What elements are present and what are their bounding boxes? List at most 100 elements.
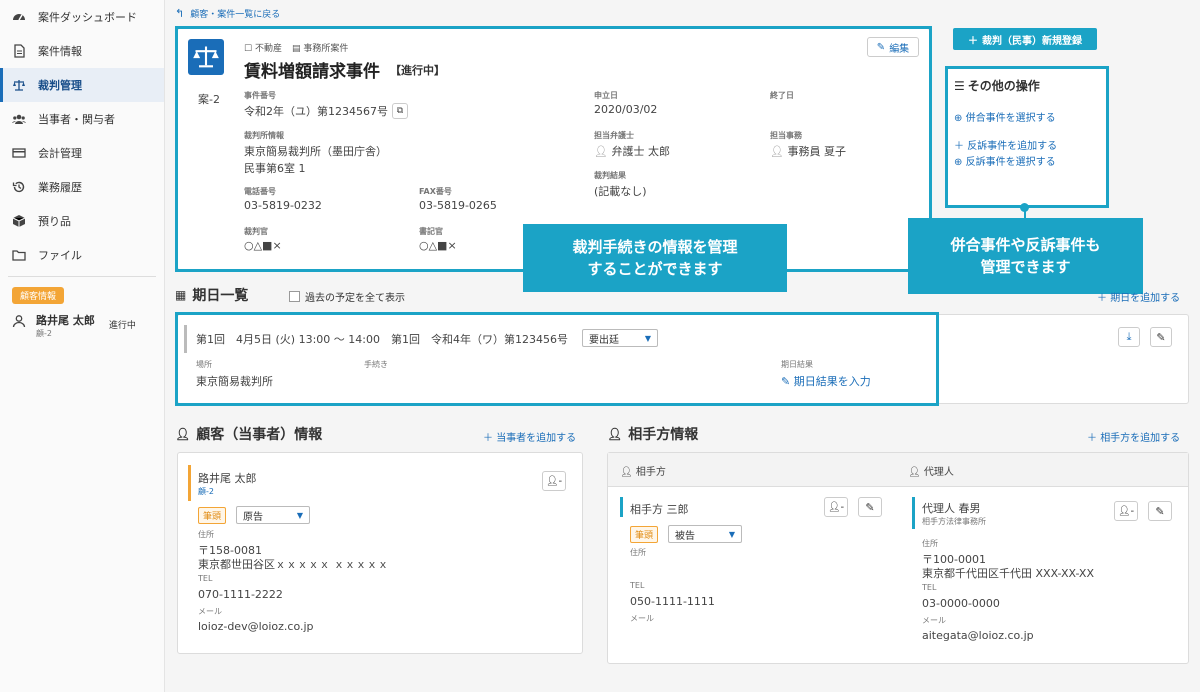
add-party-link[interactable]: ＋ 当事者を追加する — [483, 429, 576, 444]
sidebar-item-case-info[interactable]: 案件情報 — [0, 34, 164, 68]
opponent-lead-tag: 筆頭 — [630, 526, 659, 543]
result-label: 裁判結果 — [594, 171, 626, 180]
counter-case-add-link[interactable]: ＋ 反訴事件を追加する — [954, 137, 1057, 152]
plus-icon: ＋ — [968, 35, 978, 47]
merge-case-select-link[interactable]: ⊕ 併合事件を選択する — [954, 109, 1056, 124]
client-card: 路井尾 太郎 顧-2 👤︎- 筆頭 原告 ▼ 住所 〒158-0081 東京都世田… — [177, 452, 583, 654]
sidebar: 案件ダッシュボード 案件情報 裁判管理 当事者・関与者 会計管理 業務履歴 預り… — [0, 0, 165, 692]
sidebar-item-trial[interactable]: 裁判管理 — [0, 68, 164, 102]
agent-address-label: 住所 — [922, 539, 938, 548]
back-link[interactable]: ↰ 顧客・案件一覧に戻る — [175, 7, 280, 20]
sidebar-item-accounting[interactable]: 会計管理 — [0, 136, 164, 170]
agent-col-header: 👤︎ 代理人 — [908, 467, 954, 478]
sidebar-item-label: 案件情報 — [38, 45, 82, 58]
callout-trial-info-line1: 裁判手続きの情報を管理 — [572, 238, 738, 256]
copy-icon[interactable]: ⧉ — [392, 103, 408, 119]
checkbox-box — [289, 291, 300, 302]
download-icon: ⤓ — [1126, 330, 1132, 343]
remove-opponent-button[interactable]: 👤︎- — [824, 497, 848, 517]
sidebar-item-files[interactable]: ファイル — [0, 238, 164, 272]
add-schedule-link[interactable]: ＋ 期日を追加する — [1097, 289, 1180, 304]
history-icon — [12, 180, 26, 194]
counter-case-select-link[interactable]: ⊕ 反訴事件を選択する — [954, 153, 1056, 168]
remove-party-button[interactable]: 👤︎- — [542, 471, 566, 491]
user-minus-icon: 👤︎- — [1117, 505, 1135, 517]
agent-address: 東京都千代田区千代田 XXX-XX-XX — [922, 567, 1094, 580]
schedule-title: ▦ 期日一覧 — [175, 288, 249, 304]
add-opponent-link[interactable]: ＋ 相手方を追加する — [1087, 429, 1180, 444]
back-arrow-icon: ↰ — [175, 7, 185, 20]
client-name: 路井尾 太郎 — [198, 472, 257, 485]
start-date-label: 申立日 — [594, 91, 618, 100]
judge: ○△■× — [244, 239, 282, 252]
fax: 03-5819-0265 — [419, 199, 497, 212]
opponent-section-title: 👤︎ 相手方情報 — [607, 427, 699, 443]
attendance-select[interactable]: 要出廷 ▼ — [582, 329, 658, 347]
client-accent — [188, 465, 191, 501]
sidebar-item-label: 裁判管理 — [38, 79, 82, 92]
zoom-icon: ⊕ — [954, 157, 963, 168]
client-mail-label: メール — [198, 607, 222, 616]
sidebar-item-dashboard[interactable]: 案件ダッシュボード — [0, 0, 164, 34]
callout-merge-info-line2: 管理できます — [980, 258, 1071, 276]
sidebar-divider — [8, 276, 156, 277]
user-icon: 👤︎ — [607, 427, 623, 441]
schedule-row-text: 第1回 4月5日 (火) 13:00 ～ 14:00 第1回 令和4年（ワ）第1… — [196, 333, 568, 346]
edit-case-button[interactable]: ✎ 編集 — [867, 37, 919, 57]
plus-icon: ＋ — [954, 141, 964, 152]
agent-mail-label: メール — [922, 616, 946, 625]
chevron-down-icon: ▼ — [728, 529, 735, 539]
zoom-icon: ⊕ — [954, 113, 963, 124]
menu-icon: ☰ — [954, 78, 965, 93]
remove-agent-button[interactable]: 👤︎- — [1114, 501, 1138, 521]
edit-schedule-button[interactable]: ✎ — [1150, 327, 1172, 347]
result: (記載なし) — [594, 185, 647, 198]
callout-trial-info: 裁判手続きの情報を管理 することができます — [523, 224, 787, 292]
case-tag-realestate: ☐ 不動産 — [244, 44, 282, 54]
opponent-name: 相手方 三郎 — [630, 503, 689, 516]
chevron-down-icon: ▼ — [296, 510, 303, 520]
back-link-label: 顧客・案件一覧に戻る — [190, 10, 281, 20]
new-trial-button[interactable]: ＋裁判（民事）新規登録 — [953, 28, 1097, 50]
sidebar-item-label: 預り品 — [38, 215, 71, 228]
agent-firm: 相手方法律事務所 — [922, 517, 986, 526]
sidebar-item-parties[interactable]: 当事者・関与者 — [0, 102, 164, 136]
case-title: 賃料増額請求事件 — [244, 62, 380, 82]
court-room: 民事第6室 1 — [244, 162, 306, 175]
sidebar-item-deposits[interactable]: 預り品 — [0, 204, 164, 238]
role-select[interactable]: 原告 ▼ — [236, 506, 310, 524]
case-number: 令和2年（ユ）第1234567号 ⧉ — [244, 103, 408, 119]
sidebar-client[interactable]: 路井尾 太郎 顧-2 進行中 — [0, 304, 164, 339]
place-label: 場所 — [196, 360, 212, 369]
user-icon: 👤︎ — [594, 145, 608, 158]
edit-agent-button[interactable]: ✎ — [1148, 501, 1172, 521]
other-ops-title: ☰ その他の操作 — [954, 78, 1040, 94]
sidebar-item-history[interactable]: 業務履歴 — [0, 170, 164, 204]
download-button[interactable]: ⤓ — [1118, 327, 1140, 347]
enter-result-link[interactable]: ✎ 期日結果を入力 — [781, 373, 871, 389]
user-icon: 👤︎ — [175, 427, 191, 441]
document-icon — [12, 44, 26, 58]
sidebar-client-id: 顧-2 — [36, 329, 52, 338]
clerk: 👤︎ 事務員 夏子 — [770, 145, 846, 158]
people-icon — [12, 112, 26, 126]
case-tag-office: ▤ 事務所案件 — [291, 44, 349, 54]
opponent-col-header: 👤︎ 相手方 — [620, 467, 666, 478]
chevron-down-icon: ▼ — [644, 333, 651, 343]
opponent-address-label: 住所 — [630, 548, 646, 557]
sidebar-item-label: 業務履歴 — [38, 181, 82, 194]
court-label: 裁判所情報 — [244, 131, 284, 140]
user-icon — [12, 314, 26, 328]
client-tel-label: TEL — [198, 574, 213, 583]
callout-connector-line — [1024, 208, 1026, 218]
callout-merge-info-line1: 併合事件や反訴事件も — [950, 236, 1101, 254]
dashboard-icon — [12, 10, 26, 24]
opponent-role-select[interactable]: 被告 ▼ — [668, 525, 742, 543]
client-address-label: 住所 — [198, 530, 214, 539]
show-past-checkbox[interactable]: 過去の予定を全て表示 — [289, 289, 405, 304]
sidebar-item-label: ファイル — [38, 249, 82, 262]
edit-opponent-button[interactable]: ✎ — [858, 497, 882, 517]
tel-label: 電話番号 — [244, 187, 276, 196]
show-past-label: 過去の予定を全て表示 — [305, 293, 405, 304]
scale-icon — [12, 78, 26, 92]
